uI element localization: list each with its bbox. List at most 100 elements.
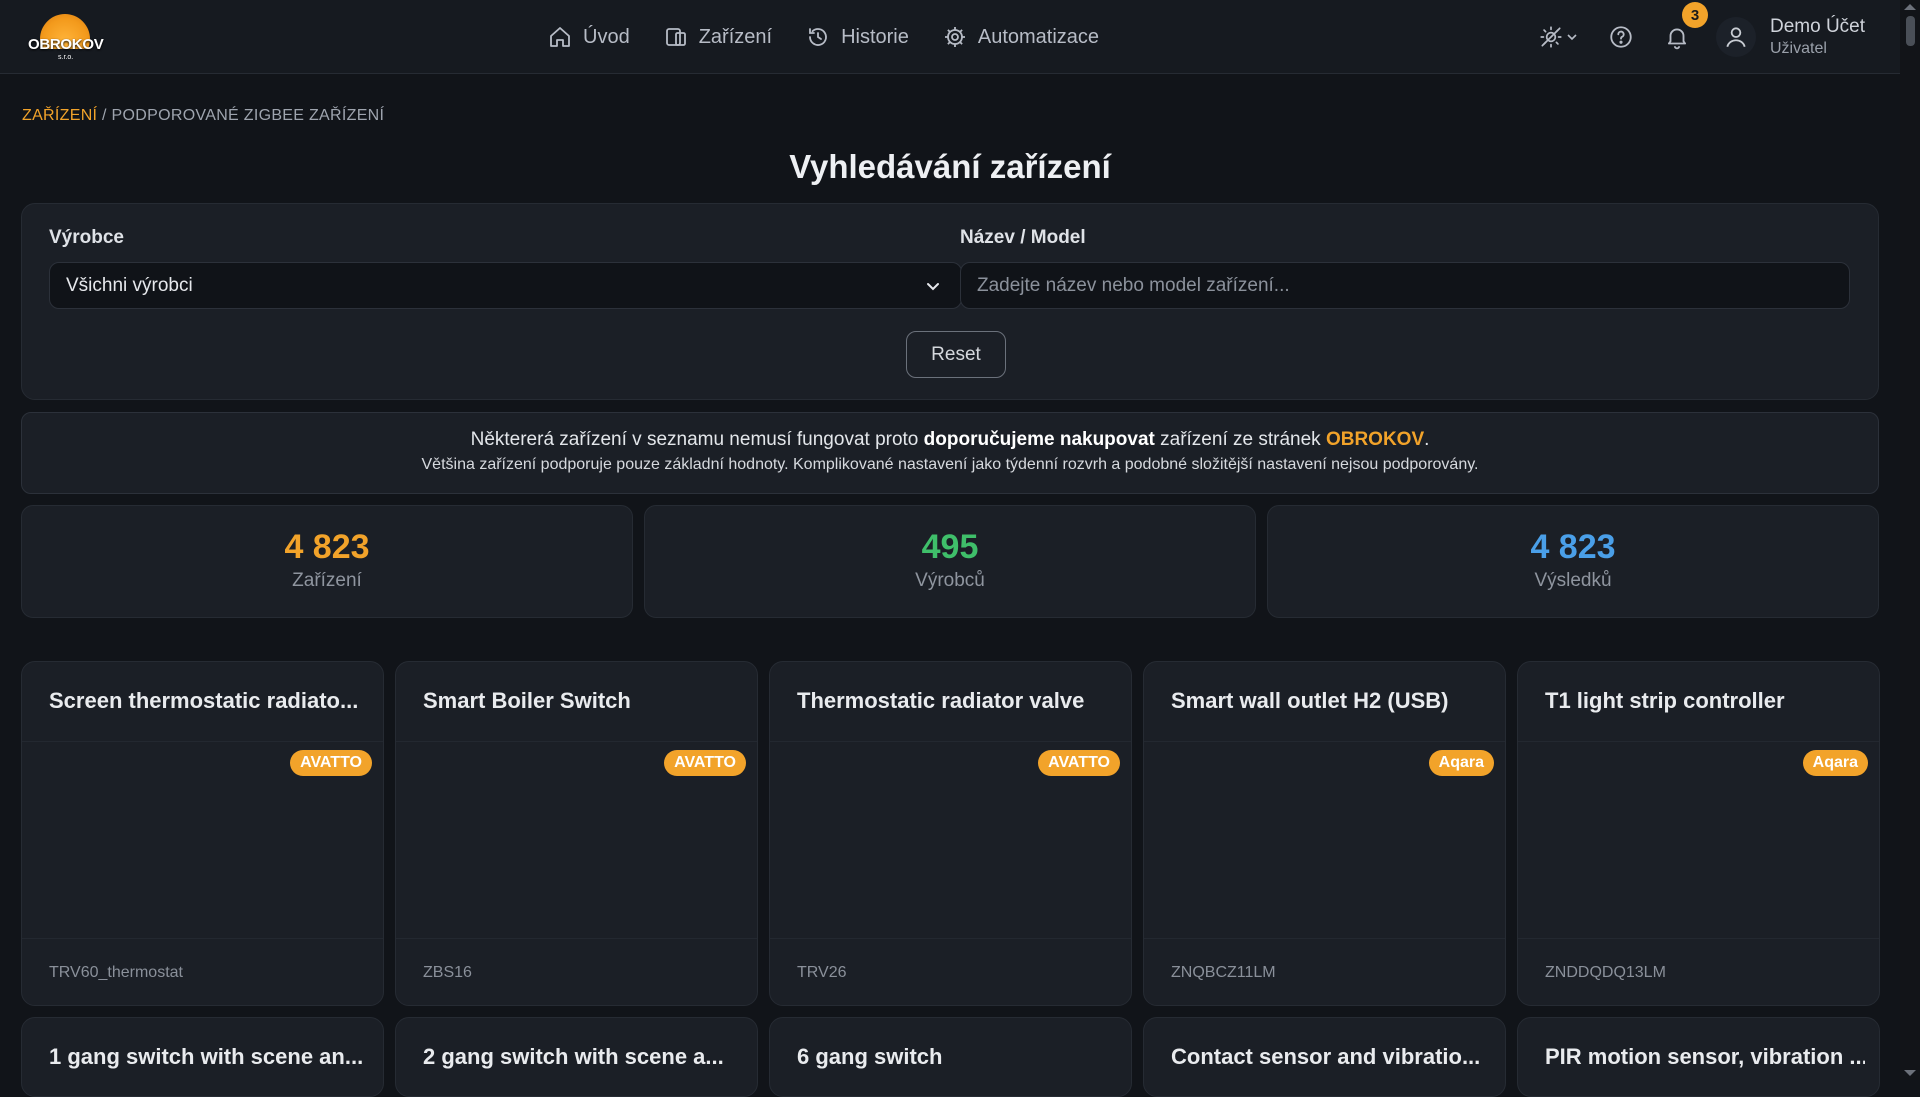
- device-title: 6 gang switch: [797, 1044, 943, 1069]
- avatar: [1716, 17, 1756, 57]
- card-divider: [22, 741, 383, 742]
- stat-devices-value: 4 823: [284, 528, 370, 566]
- chevron-down-icon: [1567, 34, 1577, 41]
- scroll-up-arrow-icon[interactable]: [1904, 4, 1916, 10]
- nav-item-history[interactable]: Historie: [806, 25, 909, 49]
- stat-manufacturers: 495 Výrobců: [644, 505, 1256, 618]
- company-logo[interactable]: OBROKOV s.r.o.: [26, 12, 104, 62]
- page-scrollbar[interactable]: [1900, 0, 1920, 1080]
- header-tools: 3 Demo Účet Uživatel: [1538, 0, 1865, 74]
- brand-badge: Aqara: [1428, 750, 1494, 776]
- brand-badge: AVATTO: [664, 750, 746, 776]
- notice-text-3: .: [1424, 429, 1430, 450]
- device-title: T1 light strip controller: [1545, 688, 1785, 713]
- notification-count-badge: 3: [1682, 2, 1708, 28]
- notice-line-1: Některerá zařízení v seznamu nemusí fung…: [22, 429, 1878, 451]
- chevron-down-icon: [927, 283, 939, 291]
- nav-label-history: Historie: [841, 25, 909, 48]
- user-icon: [1726, 27, 1746, 48]
- device-title: Contact sensor and vibratio...: [1171, 1044, 1481, 1069]
- nav-label-devices: Zařízení: [698, 25, 773, 48]
- device-card[interactable]: PIR motion sensor, vibration ...: [1517, 1017, 1880, 1097]
- stat-results-label: Výsledků: [1534, 570, 1612, 591]
- reset-button[interactable]: Reset: [906, 331, 1006, 378]
- manufacturer-label: Výrobce: [49, 227, 124, 248]
- card-divider: [1518, 741, 1879, 742]
- nav-item-automation[interactable]: Automatizace: [943, 25, 1099, 49]
- user-role: Uživatel: [1770, 40, 1827, 57]
- card-divider: [770, 938, 1131, 939]
- notice-text-2: zařízení ze stránek: [1154, 429, 1326, 450]
- device-title: 1 gang switch with scene an...: [49, 1044, 364, 1069]
- device-card[interactable]: 2 gang switch with scene a...: [395, 1017, 758, 1097]
- card-divider: [1144, 741, 1505, 742]
- name-model-search-input[interactable]: [960, 262, 1850, 309]
- top-navigation-bar: OBROKOV s.r.o. Úvod Zařízení Historie Au…: [0, 0, 1900, 74]
- theme-toggle[interactable]: [1538, 24, 1578, 50]
- device-model: TRV60_thermostat: [49, 964, 183, 981]
- name-model-label: Název / Model: [960, 227, 1086, 248]
- notifications-button[interactable]: 3: [1664, 2, 1708, 50]
- logo-subtext: s.r.o.: [58, 54, 74, 61]
- bell-icon: [1667, 28, 1687, 50]
- card-divider: [770, 741, 1131, 742]
- user-menu[interactable]: Demo Účet Uživatel: [1716, 16, 1865, 58]
- brand-badge: Aqara: [1802, 750, 1868, 776]
- breadcrumb-current: PODPOROVANÉ ZIGBEE ZAŘÍZENÍ: [111, 107, 385, 124]
- device-title: Smart wall outlet H2 (USB): [1171, 688, 1449, 713]
- nav-item-devices[interactable]: Zařízení: [664, 25, 772, 49]
- card-divider: [396, 938, 757, 939]
- breadcrumb-separator: /: [97, 107, 112, 124]
- brand-badge: AVATTO: [290, 750, 372, 776]
- page-title: Vyhledávání zařízení: [789, 148, 1111, 185]
- nav-item-home[interactable]: Úvod: [548, 25, 630, 49]
- compatibility-notice: Některerá zařízení v seznamu nemusí fung…: [21, 412, 1879, 494]
- card-divider: [22, 938, 383, 939]
- device-card[interactable]: Smart wall outlet H2 (USB) Aqara ZNQBCZ1…: [1143, 661, 1506, 1006]
- notice-text-1: Některerá zařízení v seznamu nemusí fung…: [470, 429, 924, 450]
- device-card[interactable]: 1 gang switch with scene an...: [21, 1017, 384, 1097]
- device-card[interactable]: Smart Boiler Switch AVATTO ZBS16: [395, 661, 758, 1006]
- breadcrumb: ZAŘÍZENÍ / PODPOROVANÉ ZIGBEE ZAŘÍZENÍ: [22, 107, 384, 125]
- notice-brand-link[interactable]: OBROKOV: [1326, 429, 1424, 450]
- brand-badge: AVATTO: [1038, 750, 1120, 776]
- stat-results: 4 823 Výsledků: [1267, 505, 1879, 618]
- scroll-down-arrow-icon[interactable]: [1904, 1070, 1916, 1076]
- manufacturer-select[interactable]: Všichni výrobci: [49, 262, 962, 309]
- help-icon: [1610, 26, 1632, 48]
- gear-icon: [944, 27, 965, 47]
- card-divider: [1518, 938, 1879, 939]
- device-title: PIR motion sensor, vibration ...: [1545, 1044, 1865, 1069]
- breadcrumb-root-link[interactable]: ZAŘÍZENÍ: [22, 107, 97, 124]
- device-model: ZNQBCZ11LM: [1171, 964, 1276, 981]
- stat-devices: 4 823 Zařízení: [21, 505, 633, 618]
- history-icon: [809, 28, 827, 46]
- filter-panel: Výrobce Všichni výrobci Název / Model Re…: [21, 203, 1879, 400]
- device-model: ZNDDQDQ13LM: [1545, 964, 1666, 981]
- notice-line-2: Většina zařízení podporuje pouze základn…: [421, 456, 1479, 473]
- device-card[interactable]: 6 gang switch: [769, 1017, 1132, 1097]
- home-icon: [550, 27, 570, 47]
- nav-label-home: Úvod: [583, 25, 630, 48]
- device-card[interactable]: Thermostatic radiator valve AVATTO TRV26: [769, 661, 1132, 1006]
- devices-icon: [665, 28, 686, 46]
- nav-label-automation: Automatizace: [977, 25, 1100, 48]
- device-card[interactable]: T1 light strip controller Aqara ZNDDQDQ1…: [1517, 661, 1880, 1006]
- device-title: Screen thermostatic radiato...: [49, 688, 359, 713]
- manufacturer-select-value: Všichni výrobci: [66, 274, 193, 296]
- device-title: Thermostatic radiator valve: [797, 688, 1085, 713]
- device-card[interactable]: Contact sensor and vibratio...: [1143, 1017, 1506, 1097]
- stat-manufacturers-label: Výrobců: [915, 570, 985, 591]
- device-grid: Screen thermostatic radiato... AVATTO TR…: [21, 661, 1880, 1097]
- notice-bold-text: doporučujeme nakupovat: [923, 429, 1155, 450]
- help-button[interactable]: [1608, 24, 1634, 50]
- device-model: TRV26: [797, 964, 847, 981]
- stat-manufacturers-value: 495: [921, 528, 979, 566]
- card-divider: [396, 741, 757, 742]
- device-title: Smart Boiler Switch: [423, 688, 631, 713]
- device-card[interactable]: Screen thermostatic radiato... AVATTO TR…: [21, 661, 384, 1006]
- stats-row: 4 823 Zařízení 495 Výrobců 4 823 Výsledk…: [21, 505, 1879, 618]
- scroll-thumb[interactable]: [1906, 16, 1915, 46]
- device-title: 2 gang switch with scene a...: [423, 1044, 724, 1069]
- stat-devices-label: Zařízení: [292, 570, 362, 591]
